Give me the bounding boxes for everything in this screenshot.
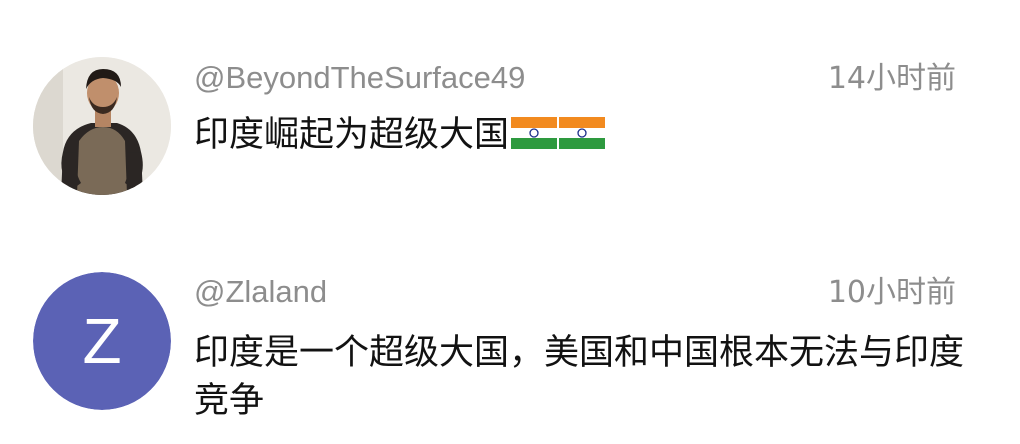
comment-username[interactable]: @Zlaland	[194, 276, 327, 307]
comment-text: 印度是一个超级大国，美国和中国根本无法与印度竞争	[194, 333, 965, 421]
india-flag-emoji	[511, 117, 558, 149]
comment-timestamp: 14小时前	[827, 61, 956, 96]
india-flag-emoji	[559, 117, 606, 149]
comment-text-content: 印度崛起为超级大国	[194, 115, 510, 155]
comment-timestamp: 10小时前	[827, 275, 956, 310]
comment-item: @BeyondTheSurface49 14小时前 印度崛起为超级大国	[0, 0, 1020, 230]
comment-username[interactable]: @BeyondTheSurface49	[194, 62, 525, 93]
avatar-person-image	[33, 57, 171, 195]
avatar-photo[interactable]	[33, 57, 171, 195]
avatar-letter-text: Z	[33, 272, 171, 410]
comment-text: 印度崛起为超级大国	[194, 111, 974, 159]
avatar-letter[interactable]: Z	[33, 272, 171, 410]
comment-item: Z @Zlaland 10小时前 印度是一个超级大国，美国和中国根本无法与印度竞…	[0, 230, 1020, 444]
